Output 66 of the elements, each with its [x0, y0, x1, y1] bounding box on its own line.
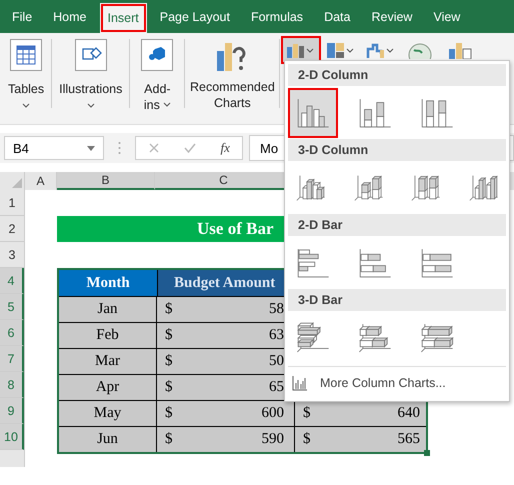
caret-icon: [162, 102, 171, 107]
ribbon-tab[interactable]: View: [425, 0, 468, 33]
sheet-title: Use of Bar: [197, 219, 274, 239]
table-cell: Mar: [59, 348, 157, 374]
caret-icon: [86, 103, 95, 108]
ribbon-icon: [141, 39, 174, 71]
amount-value: 600: [262, 405, 284, 422]
currency-symbol: $: [165, 431, 172, 448]
ribbon-button[interactable]: Illustrations: [55, 35, 126, 124]
row-header[interactable]: 4: [0, 268, 24, 294]
menu-section-header: 2-D Column: [288, 64, 506, 86]
table-cell: Jun: [59, 426, 157, 452]
insert-function-button[interactable]: fx: [220, 140, 230, 156]
currency-symbol: $: [165, 405, 172, 422]
currency-symbol: $: [303, 431, 310, 448]
amount-value: 58: [269, 301, 284, 318]
amount-value: 590: [262, 431, 284, 448]
menu-section-header: 3-D Column: [288, 139, 506, 161]
chart-type-option[interactable]: [290, 90, 336, 136]
row-header[interactable]: 9: [0, 398, 24, 424]
ribbon-tab[interactable]: Formulas: [242, 0, 312, 33]
ribbon-tab[interactable]: Home: [45, 0, 94, 33]
ribbon-button[interactable]: Recommended Charts: [188, 35, 276, 124]
ribbon-tab[interactable]: File: [4, 0, 40, 33]
currency-symbol: $: [303, 405, 310, 422]
amount-value: 565: [398, 431, 420, 448]
ribbon-icon: [10, 39, 42, 71]
bar-chart-icon: [292, 375, 308, 391]
table-cell: May: [59, 400, 157, 426]
row-header[interactable]: 7: [0, 346, 24, 372]
ribbon-tab[interactable]: Review: [363, 0, 420, 33]
menu-section-header: 3-D Bar: [288, 289, 506, 311]
table-header: Month: [59, 270, 158, 296]
row-header[interactable]: 5: [0, 294, 24, 320]
ribbon-button[interactable]: Add-ins: [133, 35, 182, 124]
table-cell: Apr: [59, 374, 157, 400]
ribbon-icon: [74, 39, 107, 71]
column-header[interactable]: B: [57, 172, 155, 190]
amount-value: 63: [269, 327, 284, 344]
name-box[interactable]: B4: [4, 136, 104, 160]
ribbon-tab[interactable]: Data: [316, 0, 358, 33]
amount-value: 640: [398, 405, 420, 422]
row-header[interactable]: 10: [0, 424, 24, 450]
caret-icon: [22, 103, 30, 108]
more-charts-link[interactable]: More Column Charts...: [320, 376, 446, 390]
ribbon-tab[interactable]: Page Layout: [152, 0, 238, 33]
table-cell: Feb: [59, 322, 157, 348]
column-chart-button[interactable]: [283, 38, 320, 62]
row-header[interactable]: 6: [0, 320, 24, 346]
currency-symbol: $: [165, 327, 172, 344]
ribbon-button[interactable]: Tables: [4, 35, 48, 124]
currency-symbol: $: [165, 301, 172, 318]
amount-value: 65: [269, 379, 284, 396]
row-header[interactable]: 8: [0, 372, 24, 398]
currency-symbol: $: [165, 379, 172, 396]
amount-value: 50: [269, 353, 284, 370]
dropdown-icon: [87, 146, 95, 150]
grip-icon: [118, 141, 121, 155]
currency-symbol: $: [165, 353, 172, 370]
ribbon-tab[interactable]: Insert: [100, 3, 147, 33]
fill-handle[interactable]: [424, 450, 430, 456]
menu-section-header: 2-D Bar: [288, 214, 506, 236]
check-icon[interactable]: [184, 142, 196, 154]
row-header[interactable]: 1: [0, 190, 24, 216]
row-header[interactable]: 2: [0, 216, 24, 242]
table-cell: Jan: [59, 296, 157, 322]
